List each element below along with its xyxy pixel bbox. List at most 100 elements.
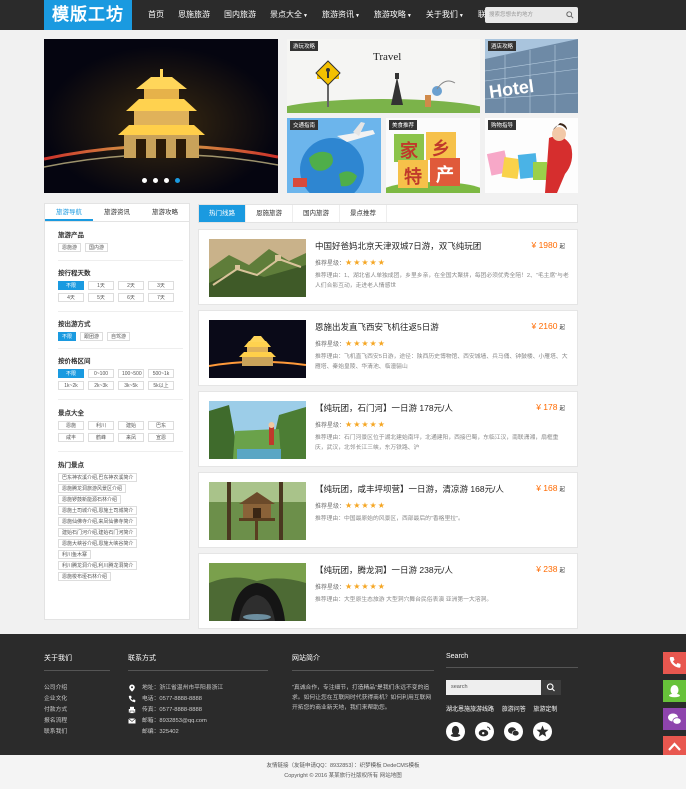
- tab-enshi-travel[interactable]: 恩施旅游: [246, 205, 293, 222]
- qq-icon[interactable]: [446, 722, 465, 741]
- filter-chip-active[interactable]: 不限: [58, 281, 84, 290]
- footer-search-input[interactable]: search: [446, 680, 561, 695]
- filter-chip[interactable]: 巴东: [148, 421, 174, 430]
- filter-chip[interactable]: 3k~5k: [118, 381, 144, 390]
- tab-spot-recommend[interactable]: 景点推荐: [340, 205, 387, 222]
- route-thumbnail[interactable]: [209, 482, 306, 540]
- tab-domestic-travel[interactable]: 国内旅游: [293, 205, 340, 222]
- footer-search-button[interactable]: [541, 680, 561, 695]
- footer-link[interactable]: 旅游定制: [533, 707, 557, 713]
- nav-travel-news[interactable]: 旅游资讯▼: [315, 0, 367, 30]
- star-icon[interactable]: [533, 722, 552, 741]
- float-qq-button[interactable]: [663, 680, 686, 702]
- filter-chip[interactable]: 鹤峰: [88, 433, 114, 442]
- filter-chip[interactable]: 3天: [148, 281, 174, 290]
- filter-chip[interactable]: 5天: [88, 293, 114, 302]
- filter-chip[interactable]: 恩施: [58, 421, 84, 430]
- filter-chip[interactable]: 咸丰: [58, 433, 84, 442]
- footer-link[interactable]: 联系我们: [44, 727, 110, 738]
- tile-food-recommend[interactable]: 美食推荐 家 乡 特 产: [386, 118, 480, 193]
- route-card[interactable]: 【纯玩团，咸丰坪坝营】一日游，清凉游 168元/人 ¥ 168 起 推荐星级：★★…: [198, 472, 578, 548]
- filter-chip-active[interactable]: 不限: [58, 332, 77, 341]
- route-thumbnail[interactable]: [209, 320, 306, 378]
- filter-chip[interactable]: 建始: [118, 421, 144, 430]
- filter-chip[interactable]: 100~500: [118, 369, 144, 378]
- route-thumbnail[interactable]: [209, 401, 306, 459]
- tab-hot-routes[interactable]: 热门线路: [199, 205, 246, 222]
- footer-link[interactable]: 付款方式: [44, 705, 110, 716]
- tile-traffic-guide[interactable]: 交通指南: [287, 118, 381, 193]
- wechat-icon[interactable]: [504, 722, 523, 741]
- footer-link[interactable]: 报名流程: [44, 716, 110, 727]
- filter-chip[interactable]: 6天: [118, 293, 144, 302]
- tab-travel-nav[interactable]: 旅游导航: [45, 204, 93, 221]
- filter-chip[interactable]: 利川: [88, 421, 114, 430]
- footer-link[interactable]: 湖北恩施旅游线路: [446, 707, 494, 713]
- nav-domestic-travel[interactable]: 国内旅游: [217, 0, 263, 30]
- chevron-down-icon: ▼: [354, 13, 360, 19]
- filter-chip-active[interactable]: 不限: [58, 369, 84, 378]
- tab-travel-news[interactable]: 旅游资讯: [93, 204, 141, 221]
- slider-dot[interactable]: [153, 178, 159, 183]
- route-card[interactable]: 恩施出发直飞西安飞机往返5日游 ¥ 2160 起 推荐星级：★★★★★ 推荐理由：…: [198, 310, 578, 386]
- filter-chip[interactable]: 来凤: [118, 433, 144, 442]
- footer-link[interactable]: 公司介绍: [44, 683, 110, 694]
- filter-chip[interactable]: 1k~2k: [58, 381, 84, 390]
- filter-chip[interactable]: 0~100: [88, 369, 114, 378]
- tile-shopping-guide[interactable]: 购物指导: [485, 118, 578, 193]
- hot-spot-link[interactable]: 利川鱼木寨: [58, 550, 92, 559]
- tile-hotel-guide[interactable]: 酒店攻略 Hotel: [485, 39, 578, 113]
- filter-chip[interactable]: 2k~3k: [88, 381, 114, 390]
- route-title[interactable]: 【纯玩团，腾龙洞】一日游 238元/人: [315, 564, 453, 576]
- footer-link[interactable]: 企业文化: [44, 694, 110, 705]
- filter-chip[interactable]: 跟团游: [80, 332, 104, 341]
- filter-chip[interactable]: 国内游: [85, 243, 109, 252]
- friend-links[interactable]: 友情链接（友链申请QQ：8932853）：织梦模板 DedeCMS模板: [0, 761, 686, 771]
- filter-chip[interactable]: 500~1k: [148, 369, 174, 378]
- route-card[interactable]: 【纯玩团，石门河】一日游 178元/人 ¥ 178 起 推荐星级：★★★★★ 推荐…: [198, 391, 578, 467]
- tile-travel-guide[interactable]: 游玩攻略 Travel: [287, 39, 480, 113]
- weibo-icon[interactable]: [475, 722, 494, 741]
- route-card[interactable]: 【纯玩团，腾龙洞】一日游 238元/人 ¥ 238 起 推荐星级：★★★★★ 推荐…: [198, 553, 578, 629]
- filter-chip[interactable]: 恩施游: [58, 243, 82, 252]
- nav-scenic-spots[interactable]: 景点大全▼: [263, 0, 315, 30]
- filter-chip[interactable]: 2天: [118, 281, 144, 290]
- hero-slider[interactable]: [44, 39, 278, 193]
- nav-home[interactable]: 首页: [141, 0, 171, 30]
- route-title[interactable]: 【纯玩团，石门河】一日游 178元/人: [315, 402, 453, 414]
- route-thumbnail[interactable]: [209, 563, 306, 621]
- route-title[interactable]: 恩施出发直飞西安飞机往返5日游: [315, 321, 439, 333]
- slider-dot[interactable]: [163, 178, 169, 183]
- hot-spot-link[interactable]: 恩施仙佛寺介绍,来凤仙佛寺简介: [58, 517, 138, 526]
- route-thumbnail[interactable]: [209, 239, 306, 297]
- hot-spot-link[interactable]: 建始石门河介绍,建始石门河简介: [58, 528, 138, 537]
- slider-dot[interactable]: [142, 178, 148, 183]
- nav-about-us[interactable]: 关于我们▼: [419, 0, 471, 30]
- hot-spot-link[interactable]: 恩施梭布垭石林介绍: [58, 572, 112, 581]
- footer-link[interactable]: 旅游问答: [502, 707, 526, 713]
- filter-chip[interactable]: 7天: [148, 293, 174, 302]
- tab-travel-guides[interactable]: 旅游攻略: [141, 204, 189, 221]
- route-title[interactable]: 中国好爸妈北京天津双城7日游，双飞纯玩团: [315, 240, 481, 252]
- filter-chip[interactable]: 5k以上: [148, 381, 174, 390]
- filter-chip[interactable]: 自驾游: [107, 332, 131, 341]
- nav-enshi-travel[interactable]: 恩施旅游: [171, 0, 217, 30]
- filter-chip[interactable]: 宣恩: [148, 433, 174, 442]
- hot-spot-link[interactable]: 恩施土司城介绍,恩施土司城简介: [58, 506, 138, 515]
- search-icon[interactable]: [566, 11, 574, 19]
- filter-chip[interactable]: 4天: [58, 293, 84, 302]
- route-card[interactable]: 中国好爸妈北京天津双城7日游，双飞纯玩团 ¥ 1980 起 推荐星级：★★★★★ …: [198, 229, 578, 305]
- hot-spot-link[interactable]: 恩施腾龙洞旅游风景区介绍: [58, 484, 127, 493]
- nav-travel-guides[interactable]: 旅游攻略▼: [367, 0, 419, 30]
- float-phone-button[interactable]: [663, 652, 686, 674]
- hot-spot-link[interactable]: 巴东神农溪介绍,巴东神农溪简介: [58, 473, 138, 482]
- header-search-input[interactable]: 搜索您想去的地方: [485, 7, 578, 23]
- route-title[interactable]: 【纯玩团，咸丰坪坝营】一日游，清凉游 168元/人: [315, 483, 504, 495]
- filter-chip[interactable]: 1天: [88, 281, 114, 290]
- hot-spot-link[interactable]: 恩施锣鼓新能源石林介绍: [58, 495, 122, 504]
- float-wechat-button[interactable]: [663, 708, 686, 730]
- site-logo[interactable]: 模版工坊: [44, 0, 132, 30]
- hot-spot-link[interactable]: 利川腾龙洞介绍,利川腾龙洞简介: [58, 561, 138, 570]
- hot-spot-link[interactable]: 恩施大峡谷介绍,恩施大峡谷简介: [58, 539, 138, 548]
- slider-dot-active[interactable]: [174, 178, 180, 183]
